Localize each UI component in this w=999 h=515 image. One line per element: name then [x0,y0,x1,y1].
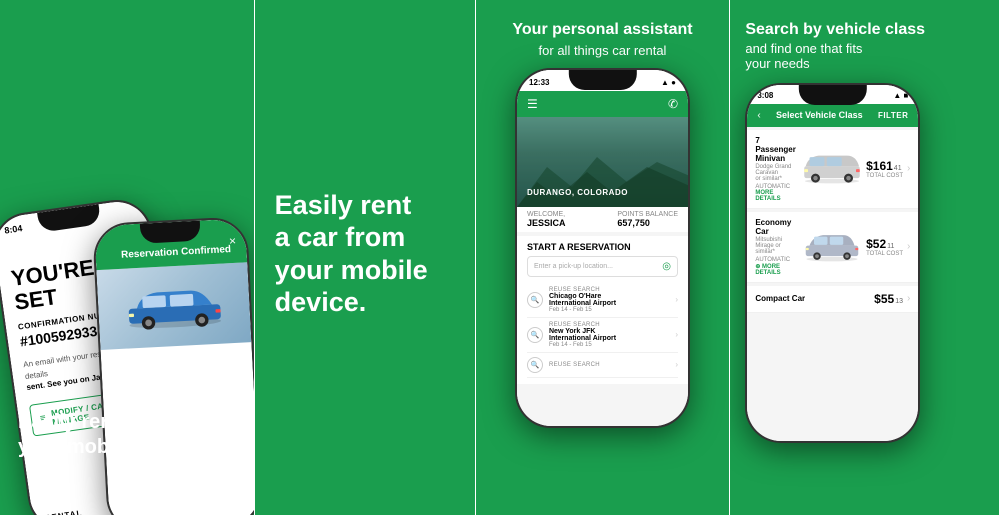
nav-bar: ☰ ✆ [517,91,688,117]
minivan-price: $161 [866,159,893,173]
economy-car-icon [802,227,862,262]
welcome-label: WELCOME, [527,211,566,218]
vehicle-header-title: Select Vehicle Class [761,110,878,120]
search-icon-1: 🔍 [527,292,543,308]
reuse-airport-2: New York JFKInternational Airport [549,328,669,342]
notch-4 [799,85,867,105]
economy-cents: 11 [887,243,894,250]
minivan-arrow: › [907,163,910,174]
points-value: 657,750 [617,218,678,228]
panel2-content: Easily renta car fromyour mobiledevice. [275,189,455,327]
minivan-price-cents: 41 [894,165,902,172]
notch-3 [568,70,636,90]
panel3-header: Your personal assistant for all things c… [497,20,707,58]
panel4-header: Search by vehicle class and find one tha… [745,20,935,71]
search-glyph: 🔍 [531,296,540,304]
search-icon-3: 🔍 [527,357,543,373]
panel4-sub: and find one that fitsyour needs [745,41,925,71]
start-res-title: START A RESERVATION [527,242,678,252]
compact-arrow: › [907,293,910,304]
panel-tagline: Easily renta car fromyour mobiledevice. [255,0,475,515]
economy-price-label: TOTAL COST [866,251,903,257]
points-label: POINTS BALANCE [617,211,678,218]
minivan-info: 7 Passenger Minivan Dodge Grand Caravano… [755,136,798,202]
economy-name: Economy Car [755,218,798,236]
reuse-content-1: REUSE SEARCH Chicago O'HareInternational… [549,287,669,313]
minivan-price-block: $161 41 TOTAL COST [866,159,903,179]
arrow-icon-3: › [675,360,678,369]
compact-name: Compact Car [755,294,870,303]
arrow-icon-2: › [675,330,678,339]
car-icon [123,279,225,334]
signal-icon: ▲ ● [661,78,676,87]
minivan-more[interactable]: MORE DETAILS [755,190,798,202]
reuse-dates-2: Feb 14 - Feb 15 [549,342,669,348]
panel-assistant: Your personal assistant for all things c… [476,0,730,515]
reuse-dates-1: Feb 14 - Feb 15 [549,307,669,313]
search-glyph-2: 🔍 [531,331,540,339]
economy-more[interactable]: ⊕ MORE DETAILS [755,263,798,276]
minivan-icon [802,149,862,184]
search-glyph-3: 🔍 [531,361,540,369]
panel3-sub: for all things car rental [512,43,692,58]
close-icon[interactable]: × [229,234,237,248]
status-bar: 8:04 [4,223,23,235]
rental-label: RENTAL [44,509,83,515]
reuse-label-3: REUSE SEARCH [549,362,669,368]
panel1-tagline: Easily rent a car from your mobile devic… [18,410,254,460]
phone-assistant: 12:33 ▲ ● ☰ ✆ [515,68,690,428]
filter-button[interactable]: FILTER [878,111,908,120]
compact-cents: 13 [895,298,903,305]
phone-reservation-confirmed: Reservation Confirmed × [92,216,254,515]
compact-price: $55 [874,292,894,306]
arrow-icon-1: › [675,295,678,304]
location-icon: ◎ [662,261,671,272]
vehicle-card-economy[interactable]: Economy Car Mitsubishi Mirage or similar… [747,212,918,283]
panel-confirmation: 8:04 YOU'RE ALL SET CONFIRMATION NUMBER … [0,0,254,515]
reuse-content-2: REUSE SEARCH New York JFKInternational A… [549,322,669,348]
economy-image-wrap [802,227,862,267]
compact-info: Compact Car [755,294,870,303]
phone-vehicle-class: 3:08 ▲ ■ ‹ Select Vehicle Class FILTER 7… [745,83,920,443]
economy-arrow: › [907,241,910,252]
economy-price: $52 [866,237,886,251]
reuse-search-2[interactable]: 🔍 REUSE SEARCH New York JFKInternational… [527,318,678,353]
economy-price-block: $52 11 TOTAL COST [866,237,903,257]
economy-info: Economy Car Mitsubishi Mirage or similar… [755,218,798,276]
reuse-content-3: REUSE SEARCH [549,362,669,368]
banner-location: DURANGO, COLORADO [527,188,628,197]
panel2-tagline: Easily renta car fromyour mobiledevice. [275,189,455,319]
welcome-info: WELCOME, JESSICA POINTS BALANCE 657,750 [517,207,688,232]
vehicle-card-compact[interactable]: Compact Car $55 13 › [747,286,918,313]
minivan-image-wrap [802,149,862,189]
time-3: 12:33 [529,78,549,87]
panel4-title: Search by vehicle class [745,20,925,41]
compact-price-block: $55 13 [874,292,903,306]
res-header-title: Reservation Confirmed [121,244,231,261]
panel-vehicle-class: Search by vehicle class and find one tha… [730,0,999,515]
reuse-airport-1: Chicago O'HareInternational Airport [549,293,669,307]
vehicle-card-minivan[interactable]: 7 Passenger Minivan Dodge Grand Caravano… [747,130,918,209]
welcome-name: JESSICA [527,218,566,228]
car-image [96,262,251,350]
reuse-search-1[interactable]: 🔍 REUSE SEARCH Chicago O'HareInternation… [527,283,678,318]
search-icon-2: 🔍 [527,327,543,343]
vehicle-header: ‹ Select Vehicle Class FILTER [747,104,918,127]
minivan-price-label: TOTAL COST [866,173,903,179]
panel3-title: Your personal assistant [512,20,692,41]
welcome-banner: DURANGO, COLORADO [517,117,688,207]
phone-icon[interactable]: ✆ [668,97,678,111]
pickup-placeholder: Enter a pick-up location... [534,263,662,270]
battery-icon: ▲ ■ [893,91,908,100]
start-reservation: START A RESERVATION Enter a pick-up loca… [517,236,688,384]
time-4: 3:08 [757,91,773,100]
minivan-model: Dodge Grand Caravanor similar* [755,164,798,182]
reuse-search-3[interactable]: 🔍 REUSE SEARCH › [527,353,678,378]
menu-icon[interactable]: ☰ [527,97,538,111]
minivan-name: 7 Passenger Minivan [755,136,798,163]
pickup-input[interactable]: Enter a pick-up location... ◎ [527,256,678,277]
economy-model: Mitsubishi Mirage or similar* [755,237,798,255]
